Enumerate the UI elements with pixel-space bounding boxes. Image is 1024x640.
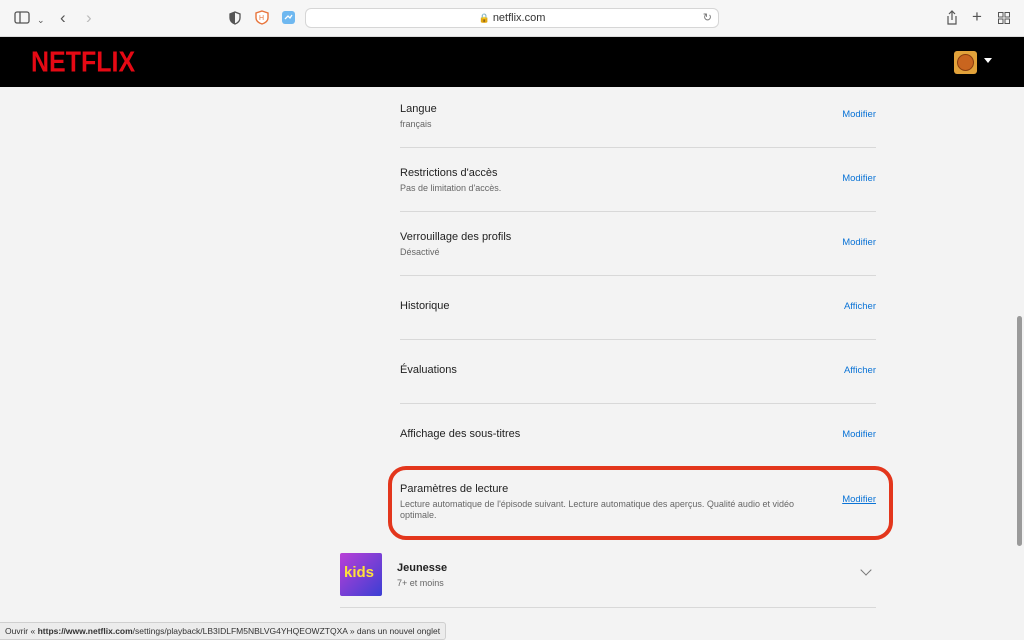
new-tab-icon[interactable]: + [972,8,982,25]
avatar-image [957,54,974,71]
sidebar-toggle-icon[interactable] [14,11,30,28]
modify-language-link[interactable]: Modifier [842,109,876,120]
privacy-shield-icon[interactable] [229,11,241,29]
profile-name: Jeunesse [397,562,448,574]
setting-row-profile-lock: Verrouillage des profils Désactivé Modif… [400,212,876,276]
setting-row-language: Langue français Modifier [400,84,876,148]
browser-toolbar: ⌄ ‹ › H 🔒 netflix.com ↻ + [0,0,1024,37]
lock-icon: 🔒 [478,13,490,23]
modify-profile-lock-link[interactable]: Modifier [842,237,876,248]
page-scrollbar[interactable] [1017,316,1022,546]
caret-down-icon[interactable] [984,58,992,63]
highlight-annotation [388,466,893,540]
view-history-link[interactable]: Afficher [844,301,876,312]
setting-title: Évaluations [400,364,457,376]
modify-subtitles-link[interactable]: Modifier [842,429,876,440]
setting-title: Langue [400,103,437,115]
setting-row-ratings: Évaluations Afficher [400,340,876,404]
extension-shield-icon[interactable]: H [255,10,269,29]
setting-row-subtitles: Affichage des sous-titres Modifier [400,404,876,468]
setting-subtitle: Pas de limitation d'accès. [400,183,502,193]
chevron-down-icon[interactable]: ⌄ [37,12,45,28]
setting-row-access-restrictions: Restrictions d'accès Pas de limitation d… [400,148,876,212]
profile-age: 7+ et moins [397,578,444,588]
share-icon[interactable] [946,10,958,29]
reload-icon[interactable]: ↻ [703,9,712,27]
link-status-bar: Ouvrir « https://www.netflix.com/setting… [0,622,447,640]
setting-subtitle: français [400,119,432,129]
tab-overview-icon[interactable] [998,12,1010,28]
kids-profile-row[interactable]: kids Jeunesse 7+ et moins [340,544,876,608]
back-icon[interactable]: ‹ [60,9,66,26]
view-ratings-link[interactable]: Afficher [844,365,876,376]
netflix-logo[interactable]: NETFLIX [31,46,135,79]
setting-title: Historique [400,300,450,312]
setting-title: Restrictions d'accès [400,167,498,179]
svg-text:H: H [259,15,264,22]
status-prefix: Ouvrir « [5,626,38,636]
kids-profile-avatar: kids [340,553,382,596]
setting-subtitle: Désactivé [400,247,440,257]
forward-icon[interactable]: › [86,9,92,26]
netflix-header: NETFLIX [0,37,1024,87]
setting-title: Verrouillage des profils [400,231,512,243]
modify-restrictions-link[interactable]: Modifier [842,173,876,184]
url-text: netflix.com [492,12,546,24]
status-suffix: » dans un nouvel onglet [347,626,441,636]
setting-row-history: Historique Afficher [400,276,876,340]
setting-title: Affichage des sous-titres [400,428,521,440]
kids-logo-text: kids [344,564,375,581]
expand-chevron-icon[interactable] [860,564,872,576]
status-url-path: /settings/playback/LB3IDLFM5NBLVG4YHQEOW… [132,626,348,636]
address-bar[interactable]: 🔒 netflix.com ↻ [305,8,719,28]
extension-icon[interactable] [282,11,295,28]
status-url-host: https://www.netflix.com [37,626,133,636]
profile-avatar[interactable] [954,51,977,74]
